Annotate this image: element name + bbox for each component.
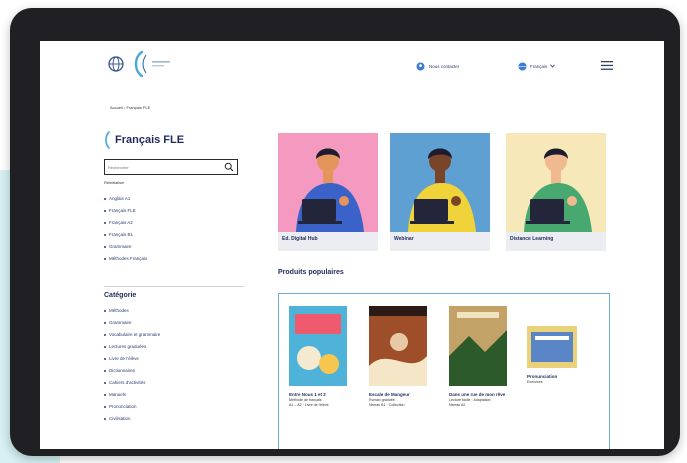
breadcrumb[interactable]: Accueil › Français FLE <box>110 105 150 110</box>
globe-logo-icon[interactable] <box>106 55 126 73</box>
category-item-label: Grammaire <box>109 320 132 325</box>
contact-link-label: Nous contacter <box>429 63 460 69</box>
level-item-label: Français B1 <box>109 232 134 237</box>
illustration-person-laptop <box>278 133 378 232</box>
feature-card-label: Ed. Digital Hub <box>282 236 318 242</box>
level-item-label: Anglais A1 <box>109 196 131 201</box>
book-cover-image <box>289 306 347 386</box>
user-circle-icon <box>416 62 425 70</box>
category-item[interactable]: Civilisation <box>104 413 160 425</box>
category-item-label: Manuels <box>109 392 127 397</box>
level-item[interactable]: Méthodes Français <box>104 253 147 265</box>
popular-products-title: Produits populaires <box>278 269 344 276</box>
language-selector[interactable]: Français <box>518 60 556 72</box>
product-cover[interactable] <box>369 306 433 386</box>
level-item-label: Français A2 <box>109 220 133 225</box>
tablet-frame: Nous contacter Français Accueil › França… <box>10 8 680 456</box>
category-item[interactable]: Livre de l'élève <box>104 353 160 365</box>
site-header: Nous contacter Français <box>40 41 664 89</box>
level-item-label: Méthodes Français <box>109 256 148 261</box>
category-item[interactable]: Lectures graduées <box>104 341 160 353</box>
product-details: Niveau A2 <box>449 403 466 407</box>
category-item-label: Dictionnaires <box>109 368 136 373</box>
category-item-label: Prononciation <box>109 404 137 409</box>
book-cover-image <box>527 326 577 368</box>
illustration-person-laptop <box>390 133 490 232</box>
feature-card-label: Distance Learning <box>510 236 554 242</box>
contact-link[interactable]: Nous contacter <box>416 60 459 72</box>
book-cover-image <box>369 306 427 386</box>
sidebar-title-text: Français FLE <box>115 134 185 146</box>
product-details: A1 – A2 · Livre de l'élève <box>289 403 329 407</box>
category-item[interactable]: Vocabulaire et grammaire <box>104 329 160 341</box>
product-cover[interactable] <box>449 306 513 386</box>
brand-logo-icon[interactable] <box>132 49 180 79</box>
bracket-icon <box>105 131 110 149</box>
category-title: Catégorie <box>104 292 137 299</box>
language-label: Français <box>530 63 548 69</box>
search-input[interactable] <box>108 162 218 172</box>
category-item[interactable]: Dictionnaires <box>104 365 160 377</box>
sidebar-divider <box>104 286 244 287</box>
product-item[interactable]: Escale de Mangeur Roman graduée Niveau B1 … <box>369 306 433 408</box>
product-cover[interactable] <box>527 326 591 368</box>
search-field[interactable] <box>104 159 238 175</box>
illustration-person-laptop <box>506 133 606 232</box>
website-screen: Nous contacter Français Accueil › França… <box>40 41 664 449</box>
level-item-label: Français FLE <box>109 208 136 213</box>
product-item[interactable]: Entre Nous 1 et 2 Méthode de français A1 –… <box>289 306 353 408</box>
level-item[interactable]: Français FLE <box>104 205 147 217</box>
popular-products-panel: Entre Nous 1 et 2 Méthode de français A1 –… <box>278 293 610 449</box>
category-item[interactable]: Cahiers d'activités <box>104 377 160 389</box>
product-item[interactable]: Dans une rue de mon rêve Lecture facile ·… <box>449 306 513 408</box>
product-item[interactable]: Pronunciation Exercices <box>527 306 591 385</box>
category-item[interactable]: Méthodes <box>104 305 160 317</box>
product-cover[interactable] <box>289 306 353 386</box>
category-item-label: Livre de l'élève <box>109 356 139 361</box>
category-item[interactable]: Manuels <box>104 389 160 401</box>
book-cover-image <box>449 306 507 386</box>
sidebar-title: Français FLE <box>104 129 184 151</box>
level-item[interactable]: Grammaire <box>104 241 147 253</box>
category-item[interactable]: Prononciation <box>104 401 160 413</box>
feature-card[interactable]: Webinar <box>390 133 490 251</box>
level-item[interactable]: Français A2 <box>104 217 147 229</box>
category-item-label: Cahiers d'activités <box>109 380 146 385</box>
level-filter-list: Anglais A1 Français FLE Français A2 Françai… <box>104 193 147 265</box>
feature-card[interactable]: Ed. Digital Hub <box>278 133 378 251</box>
category-item-label: Vocabulaire et grammaire <box>109 332 161 337</box>
reset-link[interactable]: Réinitialiser <box>104 180 125 185</box>
level-item-label: Grammaire <box>109 244 132 249</box>
search-icon[interactable] <box>224 162 234 172</box>
category-item-label: Civilisation <box>109 416 131 421</box>
category-item-label: Méthodes <box>109 308 129 313</box>
globe-icon <box>518 62 527 70</box>
product-subtitle: Exercices <box>527 380 543 384</box>
level-item[interactable]: Anglais A1 <box>104 193 147 205</box>
chevron-down-icon <box>550 64 556 68</box>
hamburger-menu-icon[interactable] <box>600 60 614 71</box>
product-details: Niveau B1 · Collection <box>369 403 405 407</box>
category-filter-list: Méthodes Grammaire Vocabulaire et grammair… <box>104 305 160 425</box>
feature-card[interactable]: Distance Learning <box>506 133 606 251</box>
category-item[interactable]: Grammaire <box>104 317 160 329</box>
category-item-label: Lectures graduées <box>109 344 147 349</box>
feature-card-label: Webinar <box>394 236 414 242</box>
level-item[interactable]: Français B1 <box>104 229 147 241</box>
